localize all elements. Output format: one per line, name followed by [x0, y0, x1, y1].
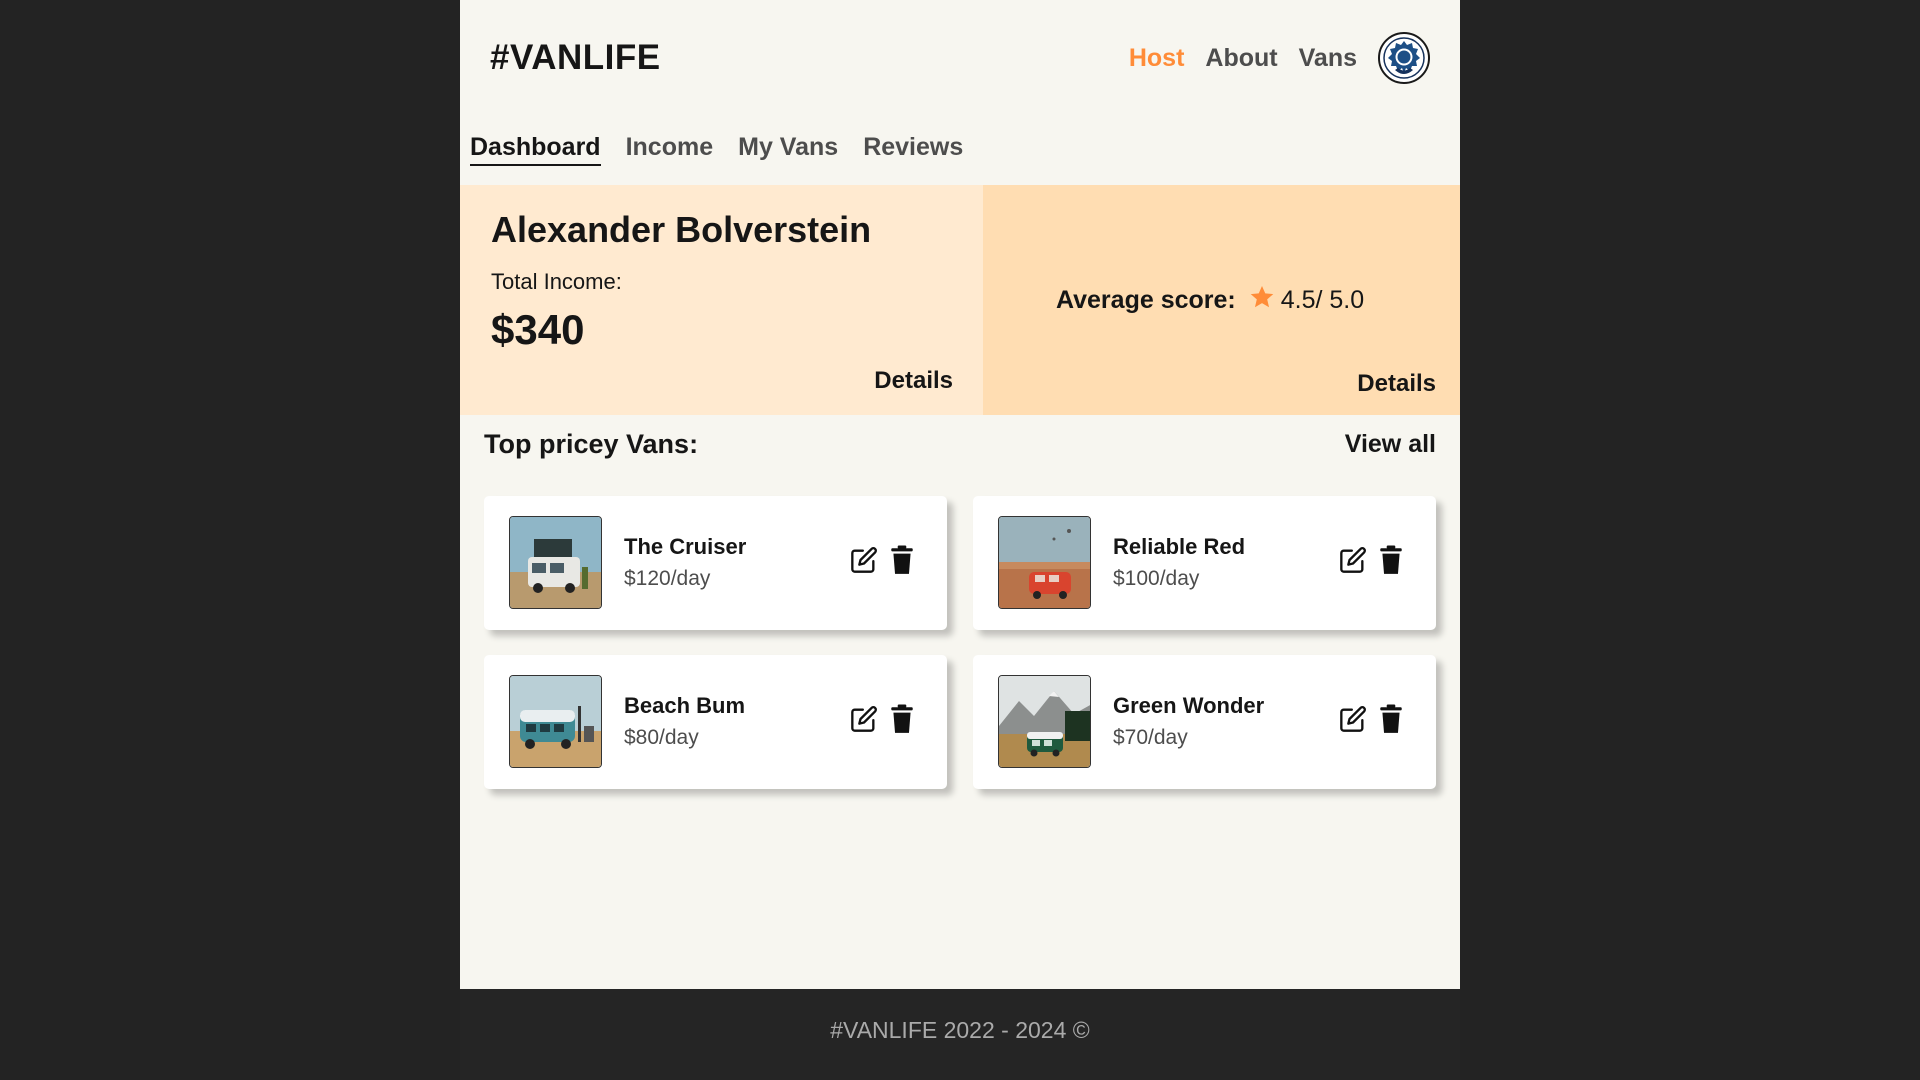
edit-icon[interactable]: [1338, 544, 1368, 576]
site-logo[interactable]: #VANLIFE: [490, 38, 661, 78]
van-thumbnail: [998, 516, 1091, 609]
tab-income[interactable]: Income: [626, 133, 714, 166]
van-price: $120/day: [624, 567, 711, 590]
view-all-link[interactable]: View all: [1345, 430, 1436, 459]
host-subnav: Dashboard Income My Vans Reviews: [470, 133, 963, 166]
footer-copyright: #VANLIFE 2022 - 2024 ©: [830, 1017, 1090, 1043]
van-card[interactable]: Beach Bum $80/day: [484, 655, 947, 789]
main-nav: Host About Vans: [1129, 32, 1430, 84]
van-price: $80/day: [624, 726, 699, 749]
trash-icon[interactable]: [887, 544, 917, 576]
van-thumbnail: [998, 675, 1091, 768]
nav-link-vans[interactable]: Vans: [1299, 44, 1357, 73]
page-container: #VANLIFE Host About Vans Dashboard Incom…: [460, 0, 1460, 989]
van-card[interactable]: Reliable Red $100/day: [973, 496, 1436, 630]
income-label: Total Income:: [491, 269, 622, 294]
van-actions: [1338, 703, 1406, 735]
income-details-link[interactable]: Details: [874, 367, 953, 395]
tab-my-vans[interactable]: My Vans: [738, 133, 838, 166]
van-name: Reliable Red: [1113, 534, 1246, 559]
site-header: #VANLIFE Host About Vans: [460, 0, 1460, 118]
trash-icon[interactable]: [1376, 544, 1406, 576]
nav-link-about[interactable]: About: [1205, 44, 1277, 73]
host-name: Alexander Bolverstein: [491, 209, 872, 250]
host-avatar-icon[interactable]: [1378, 32, 1430, 84]
edit-icon[interactable]: [849, 703, 879, 735]
van-name: Green Wonder: [1113, 693, 1265, 718]
star-icon: [1249, 284, 1275, 317]
trash-icon[interactable]: [1376, 703, 1406, 735]
van-actions: [849, 544, 917, 576]
score-row: Average score: 4.5/ 5.0: [1056, 284, 1364, 317]
van-name: Beach Bum: [624, 693, 746, 718]
score-label: Average score:: [1056, 286, 1236, 314]
score-details-link[interactable]: Details: [1357, 370, 1436, 398]
nav-link-host[interactable]: Host: [1129, 44, 1185, 73]
edit-icon[interactable]: [849, 544, 879, 576]
tab-reviews[interactable]: Reviews: [863, 133, 963, 166]
van-name: The Cruiser: [624, 534, 747, 559]
van-card[interactable]: The Cruiser $120/day: [484, 496, 947, 630]
income-value: $340: [491, 306, 585, 353]
van-price: $70/day: [1113, 726, 1188, 749]
score-value: 4.5/ 5.0: [1280, 286, 1365, 314]
site-footer: #VANLIFE 2022 - 2024 ©: [460, 989, 1460, 1080]
income-panel: Alexander Bolverstein Total Income: $340…: [460, 185, 983, 415]
van-actions: [1338, 544, 1406, 576]
vans-section-title: Top pricey Vans:: [484, 429, 699, 459]
trash-icon[interactable]: [887, 703, 917, 735]
van-card[interactable]: Green Wonder $70/day: [973, 655, 1436, 789]
van-price: $100/day: [1113, 567, 1200, 590]
edit-icon[interactable]: [1338, 703, 1368, 735]
van-thumbnail: [509, 516, 602, 609]
tab-dashboard[interactable]: Dashboard: [470, 133, 601, 166]
van-actions: [849, 703, 917, 735]
van-thumbnail: [509, 675, 602, 768]
score-panel: Average score: 4.5/ 5.0 Details: [983, 185, 1460, 415]
